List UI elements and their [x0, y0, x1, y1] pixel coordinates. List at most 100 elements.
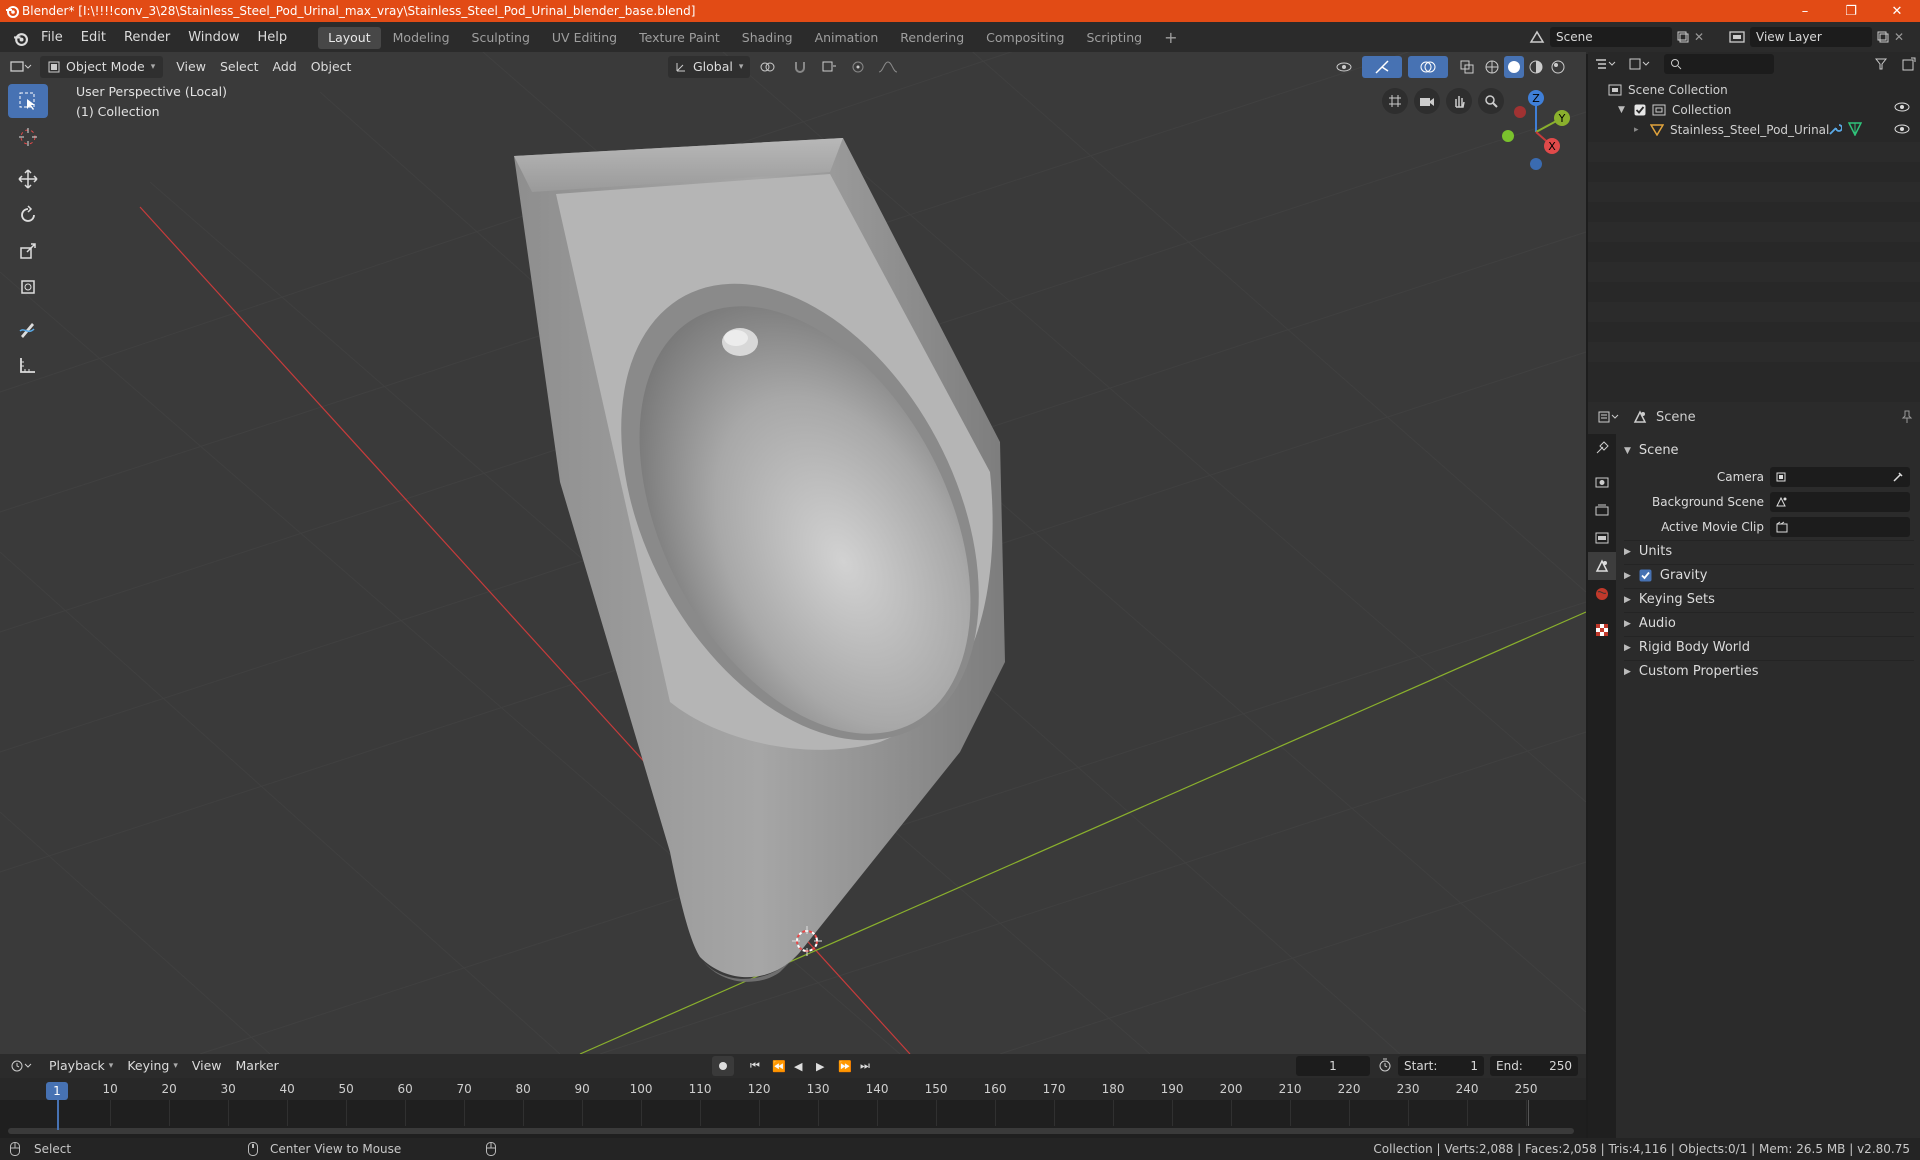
end-frame-field[interactable]: End: 250	[1490, 1056, 1578, 1076]
timeline-area[interactable]: 10 20 30 40 50 60 70 80 90 100 110 120 130 140 150 160 1…	[0, 1078, 1586, 1138]
viewport-menu-add[interactable]: Add	[266, 56, 304, 78]
timeline-menu-keying[interactable]: Keying ▾	[120, 1055, 185, 1077]
close-button[interactable]: ✕	[1874, 0, 1920, 22]
editor-type-icon[interactable]	[10, 60, 40, 74]
tab-rendering[interactable]: Rendering	[890, 27, 974, 49]
solid-shading-icon[interactable]	[1504, 56, 1524, 78]
rigid-body-world-panel-header[interactable]: ▶ Rigid Body World	[1624, 636, 1914, 658]
rendered-shading-icon[interactable]	[1548, 56, 1568, 78]
record-icon[interactable]	[712, 1056, 734, 1076]
cursor-tool-icon[interactable]	[8, 120, 48, 154]
material-shading-icon[interactable]	[1526, 56, 1546, 78]
add-workspace-button[interactable]: +	[1154, 27, 1187, 49]
menu-help[interactable]: Help	[249, 26, 297, 50]
timeline-menu-view[interactable]: View	[185, 1055, 229, 1077]
outliner-row-scene-collection[interactable]: Scene Collection	[1608, 80, 1728, 100]
transform-tool-icon[interactable]	[8, 270, 48, 304]
minimize-button[interactable]: –	[1782, 0, 1828, 22]
current-frame-field[interactable]: 1	[1296, 1056, 1370, 1076]
tool-settings-tab-icon[interactable]	[1588, 434, 1616, 462]
play-icon[interactable]: ▶	[816, 1060, 834, 1073]
units-panel-header[interactable]: ▶ Units	[1624, 540, 1914, 562]
annotate-tool-icon[interactable]	[8, 312, 48, 346]
timeline-editor-icon[interactable]	[0, 1059, 42, 1073]
select-box-tool-icon[interactable]	[8, 84, 48, 118]
menu-file[interactable]: File	[32, 26, 72, 50]
play-reverse-icon[interactable]: ◀	[794, 1060, 812, 1073]
wireframe-shading-icon[interactable]	[1482, 56, 1502, 78]
camera-view-icon[interactable]	[1414, 88, 1440, 114]
keying-sets-panel-header[interactable]: ▶ Keying Sets	[1624, 588, 1914, 610]
prev-keyframe-icon[interactable]: ⏪	[772, 1060, 790, 1073]
new-collection-icon[interactable]	[1898, 57, 1920, 71]
gravity-panel-header[interactable]: ▶ Gravity	[1624, 564, 1914, 586]
scene-selector[interactable]: Scene	[1550, 27, 1672, 47]
tab-modeling[interactable]: Modeling	[383, 27, 460, 49]
overlays-icon[interactable]	[1408, 56, 1448, 78]
preview-range-icon[interactable]	[1378, 1058, 1392, 1072]
view-layer-tab-icon[interactable]	[1588, 524, 1616, 552]
tab-scripting[interactable]: Scripting	[1077, 27, 1153, 49]
start-frame-field[interactable]: Start: 1	[1398, 1056, 1484, 1076]
object-visibility-icon[interactable]	[1894, 123, 1910, 135]
axis-gizmo[interactable]: Z Y X	[1496, 86, 1576, 176]
snap-icon[interactable]	[788, 56, 812, 78]
menu-edit[interactable]: Edit	[72, 26, 115, 50]
tab-layout[interactable]: Layout	[318, 27, 381, 49]
outliner-search-input[interactable]	[1664, 54, 1774, 74]
audio-panel-header[interactable]: ▶ Audio	[1624, 612, 1914, 634]
pin-icon[interactable]	[1894, 410, 1920, 424]
expand-arrow-icon[interactable]: ▸	[1634, 125, 1644, 135]
timeline-scrollbar[interactable]	[8, 1128, 1574, 1134]
menu-render[interactable]: Render	[115, 26, 179, 50]
scene-tab-icon[interactable]	[1588, 552, 1616, 580]
new-view-layer-icon[interactable]	[1872, 31, 1894, 43]
jump-start-icon[interactable]: ⏮	[750, 1059, 768, 1073]
ortho-toggle-icon[interactable]	[1382, 88, 1408, 114]
outliner-row-object[interactable]: ▸ Stainless_Steel_Pod_Urinal	[1634, 120, 1829, 140]
tab-shading[interactable]: Shading	[732, 27, 803, 49]
camera-field[interactable]	[1770, 467, 1910, 487]
delete-scene-icon[interactable]: ✕	[1694, 30, 1712, 44]
viewport-menu-view[interactable]: View	[169, 56, 213, 78]
render-tab-icon[interactable]	[1588, 468, 1616, 496]
blender-menu-icon[interactable]	[8, 26, 32, 50]
collection-visibility-icon[interactable]	[1894, 101, 1910, 113]
menu-window[interactable]: Window	[179, 26, 248, 50]
maximize-button[interactable]: ❐	[1828, 0, 1874, 22]
next-keyframe-icon[interactable]: ⏩	[838, 1060, 856, 1073]
delete-view-layer-icon[interactable]: ✕	[1894, 30, 1912, 44]
tab-animation[interactable]: Animation	[805, 27, 889, 49]
jump-end-icon[interactable]: ⏭	[860, 1059, 878, 1073]
active-movie-clip-field[interactable]	[1770, 517, 1910, 537]
expand-arrow-icon[interactable]: ▼	[1618, 105, 1628, 115]
scene-icon[interactable]	[1524, 30, 1550, 44]
outliner-editor-icon[interactable]	[1588, 57, 1622, 71]
proportional-edit-icon[interactable]	[846, 56, 870, 78]
viewport-menu-object[interactable]: Object	[304, 56, 359, 78]
custom-properties-panel-header[interactable]: ▶ Custom Properties	[1624, 660, 1914, 682]
falloff-icon[interactable]	[874, 56, 904, 78]
tab-sculpting[interactable]: Sculpting	[462, 27, 540, 49]
world-tab-icon[interactable]	[1588, 580, 1616, 608]
tab-uv-editing[interactable]: UV Editing	[542, 27, 627, 49]
xray-icon[interactable]	[1454, 56, 1480, 78]
measure-tool-icon[interactable]	[8, 348, 48, 382]
move-tool-icon[interactable]	[8, 162, 48, 196]
snap-target-icon[interactable]	[816, 56, 842, 78]
new-scene-icon[interactable]	[1672, 31, 1694, 43]
visibility-icon[interactable]	[1330, 56, 1360, 78]
gravity-checkbox[interactable]	[1639, 569, 1652, 582]
timeline-menu-playback[interactable]: Playback ▾	[42, 1055, 120, 1077]
rotate-tool-icon[interactable]	[8, 198, 48, 232]
tab-texture-paint[interactable]: Texture Paint	[629, 27, 730, 49]
playhead-frame-indicator[interactable]: 1	[46, 1082, 68, 1100]
pan-view-icon[interactable]	[1446, 88, 1472, 114]
scale-tool-icon[interactable]	[8, 234, 48, 268]
viewport-menu-select[interactable]: Select	[213, 56, 266, 78]
scene-panel-header[interactable]: ▼ Scene	[1624, 440, 1914, 462]
orientation-dropdown[interactable]: Global ▾	[668, 56, 751, 78]
texture-tab-icon[interactable]	[1588, 616, 1616, 644]
properties-editor-icon[interactable]	[1588, 410, 1628, 424]
filter-icon[interactable]	[1868, 58, 1898, 70]
